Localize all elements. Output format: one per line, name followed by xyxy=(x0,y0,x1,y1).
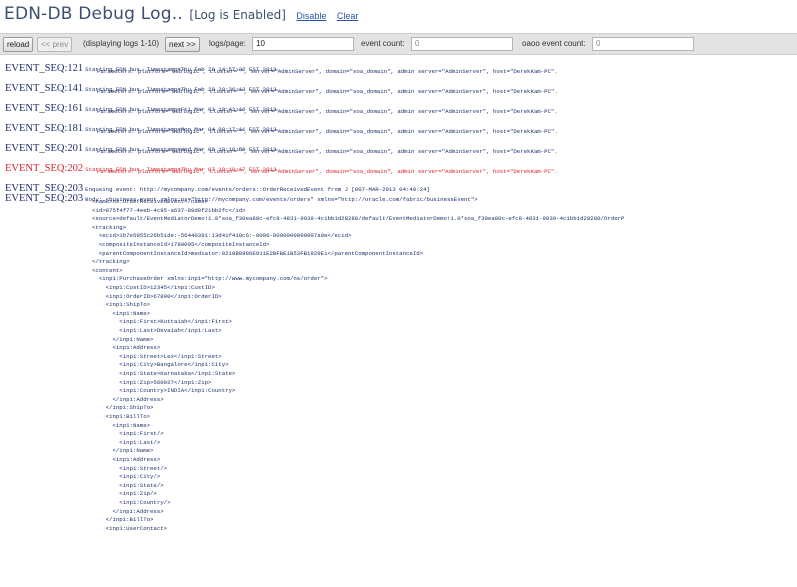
log-params: Parameters: platform="weblogic", cluster… xyxy=(97,128,558,135)
xml-body-line: <inp1:Address> xyxy=(92,456,161,463)
xml-body-line: <inp1:Name> xyxy=(92,309,151,317)
log-entry-error: EVENT_SEQ:202 Starting EDN bus. Timestamp… xyxy=(5,158,558,176)
log-status: [Log is Enabled] xyxy=(189,8,286,22)
xml-body-line: <inp1:Address> xyxy=(92,344,161,352)
next-button[interactable]: next >> xyxy=(165,37,200,52)
xml-body-line: </inp1:Name> xyxy=(92,335,154,343)
log-entry: EVENT_SEQ:203 Body: <business-event xmlns… xyxy=(5,188,478,206)
log-params: Parameters: platform="weblogic", cluster… xyxy=(97,108,558,115)
disable-link[interactable]: Disable xyxy=(296,11,326,21)
event-seq: EVENT_SEQ:201 xyxy=(5,143,84,154)
log-params: Parameters: platform="weblogic", cluster… xyxy=(97,88,558,95)
page-header: EDN-DB Debug Log.. [Log is Enabled] Disa… xyxy=(4,4,358,24)
xml-body-line: <inp1:City/> xyxy=(92,473,161,481)
xml-body-line: <inp1:First>Kuttaiah</inp1:First> xyxy=(92,318,232,326)
xml-body-line: <inp1:CustID>12345</inp1:CustID> xyxy=(92,284,215,291)
log-entry: EVENT_SEQ:201 Starting EDN bus. Timestamp… xyxy=(5,138,558,156)
oaoo-event-count-label: oaoo event count: xyxy=(522,39,586,48)
event-count-field: 0 xyxy=(411,37,513,51)
xml-body-line: <inp1:Zip>560027</inp1:Zip> xyxy=(92,378,212,386)
logs-per-page-label: logs/page: xyxy=(209,39,246,48)
log-params: Parameters: platform="weblogic", cluster… xyxy=(97,68,558,75)
xml-body-line: <compositeInstanceId>1780005</compositeI… xyxy=(92,241,270,248)
event-seq: EVENT_SEQ:203 xyxy=(5,193,84,204)
xml-body-line: <name>ns:OrderReceivedEvent</name> xyxy=(92,198,209,205)
xml-body-line: <source>default/EventMediatorDemo!1.0*so… xyxy=(92,215,625,223)
xml-body-line: <id>875f4f77-4eeb-4c95-a637-89d0f21bb2fc… xyxy=(92,206,246,214)
event-seq: EVENT_SEQ:161 xyxy=(5,103,84,114)
xml-body-line: </inp1:Name> xyxy=(92,447,154,455)
xml-body-line: <inp1:State>Karnataka</inp1:State> xyxy=(92,370,236,377)
log-entry: EVENT_SEQ:181 Starting EDN bus. Timestamp… xyxy=(5,118,558,136)
logs-per-page-input[interactable]: 10 xyxy=(252,37,354,51)
paging-toolbar: reload << prev (displaying logs 1-10) ne… xyxy=(0,33,797,55)
xml-body-line: <inp1:PurchaseOrder xmlns:inp1="http://w… xyxy=(92,275,328,283)
prev-button[interactable]: << prev xyxy=(37,37,73,52)
reload-button[interactable]: reload xyxy=(3,37,34,52)
xml-body-line: <inp1:Street>Lex</inp1:Street> xyxy=(92,352,222,360)
event-seq: EVENT_SEQ:202 xyxy=(5,163,84,174)
xml-body-line: <content> xyxy=(92,266,123,274)
xml-body-line: </inp1:BillTo> xyxy=(92,516,154,524)
xml-body-line: <tracking> xyxy=(92,223,127,231)
xml-body-line: <inp1:First/> xyxy=(92,430,164,438)
xml-body-line: <inp1:OrderID>67890</inp1:OrderID> xyxy=(92,292,222,300)
log-params: Parameters: platform="weblogic", cluster… xyxy=(97,168,558,175)
xml-body-line: <inp1:Country>INDIA</inp1:Country> xyxy=(92,387,236,395)
clear-link[interactable]: Clear xyxy=(337,11,359,21)
xml-body-line: <inp1:Name> xyxy=(92,421,151,429)
xml-body-line: <inp1:Zip/> xyxy=(92,490,157,498)
xml-body-line: <inp1:Country/> xyxy=(92,499,171,506)
event-seq: EVENT_SEQ:141 xyxy=(5,83,84,94)
xml-body-line: </tracking> xyxy=(92,258,130,266)
log-entry: EVENT_SEQ:141 Starting EDN bus. Timestamp… xyxy=(5,78,558,96)
xml-body-line: </inp1:Address> xyxy=(92,395,164,403)
log-params: Parameters: platform="weblogic", cluster… xyxy=(97,148,558,155)
log-entry: EVENT_SEQ:121 Starting EDN bus. Timestamp… xyxy=(5,58,558,76)
event-seq: EVENT_SEQ:121 xyxy=(5,63,84,74)
xml-body-line: <inp1:Last>Devaiah</inp1:Last> xyxy=(92,327,222,334)
xml-body-line: <inp1:ShipTo> xyxy=(92,301,151,309)
xml-body-line: <inp1:Last/> xyxy=(92,438,161,446)
xml-body-line: <inp1:Street/> xyxy=(92,464,168,472)
xml-body-line: <inp1:City>Bangalore</inp1:City> xyxy=(92,361,229,369)
xml-body-line: <ecid>1b7e5955c26b51de:-56440391:13d41f4… xyxy=(92,232,352,240)
displaying-range-label: (displaying logs 1-10) xyxy=(83,39,160,48)
event-count-label: event count: xyxy=(361,39,405,48)
xml-body-line: </inp1:ShipTo> xyxy=(92,404,154,412)
xml-body-line: <inp1:State/> xyxy=(92,481,164,489)
xml-body-line: </inp1:Address> xyxy=(92,507,164,515)
xml-body-line: <parentComponentInstanceId>mediator:8210… xyxy=(92,249,424,257)
oaoo-event-count-field: 0 xyxy=(592,37,694,51)
xml-body-line: <inp1:UserContact> xyxy=(92,524,168,532)
xml-body-line: <inp1:BillTo> xyxy=(92,413,151,420)
page-title: EDN-DB Debug Log xyxy=(4,4,172,24)
log-entry: EVENT_SEQ:161 Starting EDN bus. Timestamp… xyxy=(5,98,558,116)
event-seq: EVENT_SEQ:181 xyxy=(5,123,84,134)
title-dots: .. xyxy=(171,4,183,24)
